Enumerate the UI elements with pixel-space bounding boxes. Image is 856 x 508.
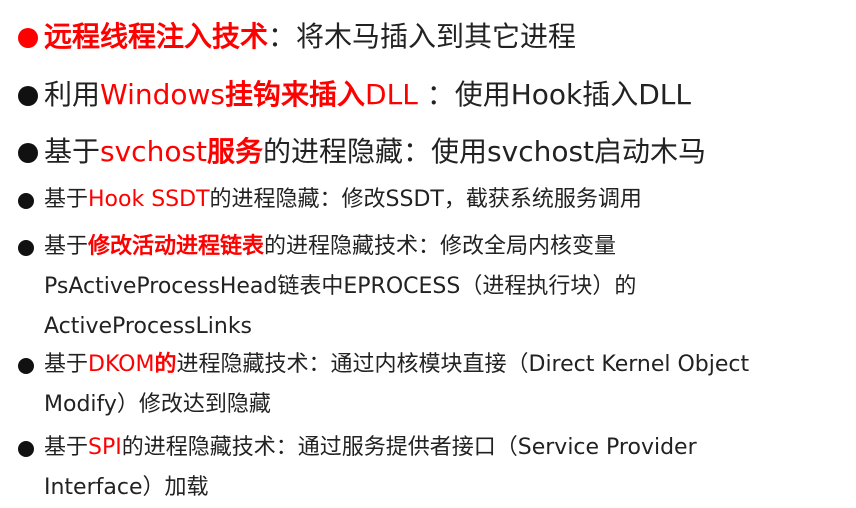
list-item: 基于SPI的进程隐藏技术：通过服务提供者接口（Service Provider … [0, 428, 856, 508]
highlight-text: 挂钩来插入 [225, 78, 366, 111]
prefix-text: 基于 [44, 187, 89, 212]
highlight-text: Hook SSDT [88, 187, 210, 212]
list-item: 基于Hook SSDT的进程隐藏：修改SSDT，截获系统服务调用 [0, 180, 856, 220]
text-line: ActiveProcessLinks [44, 314, 253, 339]
list-item-text: 基于Hook SSDT的进程隐藏：修改SSDT，截获系统服务调用 [44, 180, 642, 220]
bullet-list: 远程线程注入技术：将木马插入到其它进程 利用Windows挂钩来插入DLL ：使… [0, 0, 856, 507]
text-line: 基于修改活动进程链表的进程隐藏技术：修改全局内核变量 [44, 227, 636, 267]
text-line: 基于svchost服务的进程隐藏：使用svchost启动木马 [44, 135, 706, 169]
highlight-text: 修改活动进程链表 [88, 234, 265, 259]
list-item-text: 基于svchost服务的进程隐藏：使用svchost启动木马 [44, 135, 706, 169]
list-item: 远程线程注入技术：将木马插入到其它进程 [0, 18, 856, 58]
text-line: 基于Hook SSDT的进程隐藏：修改SSDT，截获系统服务调用 [44, 180, 642, 220]
bullet-icon [18, 240, 34, 256]
highlight-text: DKOM [88, 352, 155, 377]
text-line: PsActiveProcessHead链表中EPROCESS（进程执行块）的 [44, 274, 637, 299]
text-line: 利用Windows挂钩来插入DLL ：使用Hook插入DLL [44, 78, 691, 112]
bullet-icon [18, 143, 38, 163]
list-item: 基于svchost服务的进程隐藏：使用svchost启动木马 [0, 133, 856, 173]
highlight-text: DLL [365, 78, 418, 111]
text-line: 远程线程注入技术：将木马插入到其它进程 [44, 20, 576, 54]
highlight-text: 远程线程注入技术 [44, 20, 269, 53]
bullet-icon [18, 441, 34, 457]
list-item: 基于修改活动进程链表的进程隐藏技术：修改全局内核变量 PsActiveProce… [0, 227, 856, 339]
body-text: ：将木马插入到其它进程 [268, 20, 577, 53]
body-text: 进程隐藏技术：通过内核模块直接（Direct Kernel Object [176, 352, 750, 377]
body-text: 的进程隐藏：修改SSDT，截获系统服务调用 [209, 187, 642, 212]
body-text: ：使用Hook插入DLL [417, 78, 691, 111]
body-text: 的进程隐藏：使用svchost启动木马 [263, 135, 707, 168]
prefix-text: 基于 [44, 352, 89, 377]
text-line: 基于DKOM的进程隐藏技术：通过内核模块直接（Direct Kernel Obj… [44, 345, 749, 385]
prefix-text: 基于 [44, 234, 89, 259]
prefix-text: 基于 [44, 135, 101, 168]
text-line: 基于SPI的进程隐藏技术：通过服务提供者接口（Service Provider [44, 428, 697, 468]
highlight-text: Windows [100, 78, 226, 111]
bullet-icon [18, 28, 38, 48]
list-item-text: 基于SPI的进程隐藏技术：通过服务提供者接口（Service Provider … [44, 428, 697, 508]
highlight-text: 服务 [207, 135, 264, 168]
bullet-icon [18, 193, 34, 209]
body-text: 的进程隐藏技术：通过服务提供者接口（Service Provider [121, 435, 697, 460]
highlight-text: svchost [100, 135, 208, 168]
list-item-text: 远程线程注入技术：将木马插入到其它进程 [44, 20, 576, 54]
bullet-icon [18, 358, 34, 374]
list-item-text: 基于DKOM的进程隐藏技术：通过内核模块直接（Direct Kernel Obj… [44, 345, 749, 425]
bullet-icon [18, 86, 38, 106]
prefix-text: 基于 [44, 435, 89, 460]
list-item: 利用Windows挂钩来插入DLL ：使用Hook插入DLL [0, 76, 856, 116]
body-text: 的进程隐藏技术：修改全局内核变量 [264, 234, 617, 259]
highlight-text: 的 [154, 352, 177, 377]
text-line: Modify）修改达到隐藏 [44, 392, 271, 417]
highlight-text: SPI [88, 435, 122, 460]
prefix-text: 利用 [44, 78, 101, 111]
list-item-text: 利用Windows挂钩来插入DLL ：使用Hook插入DLL [44, 78, 691, 112]
list-item-text: 基于修改活动进程链表的进程隐藏技术：修改全局内核变量 PsActiveProce… [44, 227, 636, 347]
list-item: 基于DKOM的进程隐藏技术：通过内核模块直接（Direct Kernel Obj… [0, 345, 856, 425]
text-line: Interface）加载 [44, 475, 209, 500]
